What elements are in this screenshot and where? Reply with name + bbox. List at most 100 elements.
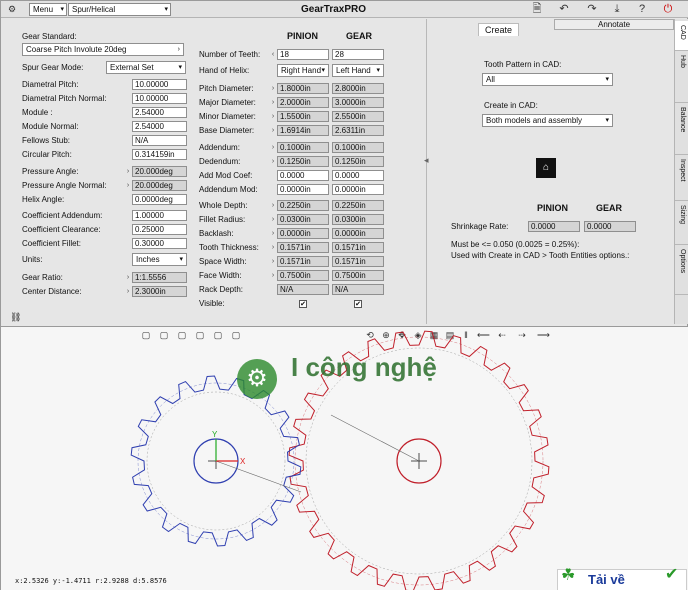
power-icon[interactable]: ⏻: [661, 3, 675, 16]
param-input[interactable]: 2.3000in: [132, 286, 187, 297]
row-label: Base Diameter:: [199, 126, 255, 135]
param-input[interactable]: 20.000deg: [132, 180, 187, 191]
gear-4-input[interactable]: 2.5500in: [332, 111, 384, 122]
top-toolbar: Menu ▾ Spur/Helical ▾ ⚙ GearTraxPRO 🗎 ↶ ↷ …: [1, 1, 688, 18]
pinion-14-input[interactable]: 0.1571in: [277, 256, 329, 267]
param-input[interactable]: 1:1.5556: [132, 272, 187, 283]
gear-8-input[interactable]: 0.0000: [332, 170, 384, 181]
pinion-2-input[interactable]: 1.8000in: [277, 83, 329, 94]
pinion-4-input[interactable]: 1.5500in: [277, 111, 329, 122]
chevron-right-icon[interactable]: ›: [270, 125, 276, 136]
gear-6-input[interactable]: 0.1000in: [332, 142, 384, 153]
param-input[interactable]: 2.54000: [132, 107, 187, 118]
redo-icon[interactable]: ↷: [585, 3, 599, 16]
menu-dropdown[interactable]: Menu ▾: [29, 3, 67, 16]
chevron-right-icon[interactable]: ›: [125, 272, 131, 283]
param-input[interactable]: 10.00000: [132, 93, 187, 104]
create-gear-icon[interactable]: ⌂: [536, 158, 556, 178]
gear-viewport[interactable]: ▢ ▢ ▢ ▢ ▢ ▢ ⟲ ⊕ ✥ ◈ ▦ ▤ ‖ ⟵ ⇠ ⇢ ⟶ XY x:2…: [1, 326, 688, 590]
chevron-right-icon[interactable]: ›: [270, 111, 276, 122]
gear-3-input[interactable]: 3.0000in: [332, 97, 384, 108]
chevron-right-icon[interactable]: ›: [270, 142, 276, 153]
param-input[interactable]: 1.00000: [132, 210, 187, 221]
pinion-0-input[interactable]: 18: [277, 49, 329, 60]
spur-mode-select[interactable]: External Set ▾: [106, 61, 186, 74]
gear-16-input[interactable]: N/A: [332, 284, 384, 295]
pinion-5-input[interactable]: 1.6914in: [277, 125, 329, 136]
pinion-13-input[interactable]: 0.1571in: [277, 242, 329, 253]
pinion-15-input[interactable]: 0.7500in: [277, 270, 329, 281]
chevron-right-icon[interactable]: ›: [270, 156, 276, 167]
param-input[interactable]: 0.30000: [132, 238, 187, 249]
link-icon[interactable]: ⛓: [10, 312, 21, 322]
pinion-6-input[interactable]: 0.1000in: [277, 142, 329, 153]
pinion-hand-select[interactable]: Right Hand ▾: [277, 64, 329, 77]
param-input[interactable]: 0.25000: [132, 224, 187, 235]
param-input[interactable]: N/A: [132, 135, 187, 146]
gear-13-input[interactable]: 0.1571in: [332, 242, 384, 253]
mesh-line: [330, 414, 420, 462]
gear-type-dropdown[interactable]: Spur/Helical ▾: [68, 3, 171, 16]
gear-header: GEAR: [346, 31, 373, 41]
pinion-16-input[interactable]: N/A: [277, 284, 329, 295]
shrink-gear-input[interactable]: 0.0000: [584, 221, 636, 232]
gear-hand-select[interactable]: Left Hand ▾: [332, 64, 384, 77]
chevron-right-icon[interactable]: ›: [270, 200, 276, 211]
chevron-right-icon[interactable]: ›: [270, 270, 276, 281]
gear-10-input[interactable]: 0.2250in: [332, 200, 384, 211]
param-input[interactable]: 10.00000: [132, 79, 187, 90]
chevron-right-icon[interactable]: ›: [270, 214, 276, 225]
shrink-pinion-input[interactable]: 0.0000: [528, 221, 580, 232]
gear-7-input[interactable]: 0.1250in: [332, 156, 384, 167]
gear-standard-select[interactable]: Coarse Pitch Involute 20deg ›: [22, 43, 184, 56]
chevron-right-icon[interactable]: ›: [270, 256, 276, 267]
chevron-right-icon[interactable]: ›: [270, 242, 276, 253]
gear-5-input[interactable]: 2.6311in: [332, 125, 384, 136]
collapse-panel-icon[interactable]: ◂: [424, 155, 429, 165]
chevron-right-icon[interactable]: ›: [125, 180, 131, 191]
pinion-12-input[interactable]: 0.0000in: [277, 228, 329, 239]
pinion-8-input[interactable]: 0.0000: [277, 170, 329, 181]
units-select[interactable]: Inches ▾: [132, 253, 187, 266]
param-input[interactable]: 0.0000deg: [132, 194, 187, 205]
gear-9-input[interactable]: 0.0000in: [332, 184, 384, 195]
chevron-right-icon[interactable]: ›: [270, 228, 276, 239]
gear-11-input[interactable]: 0.0300in: [332, 214, 384, 225]
help-icon[interactable]: ?: [635, 3, 649, 16]
tab-options[interactable]: Options: [675, 245, 688, 295]
pinion-visible-checkbox[interactable]: ✔: [299, 300, 307, 308]
gear-15-input[interactable]: 0.7500in: [332, 270, 384, 281]
y-axis-label: Y: [212, 430, 218, 439]
gear-0-input[interactable]: 28: [332, 49, 384, 60]
gear-2-input[interactable]: 2.8000in: [332, 83, 384, 94]
tab-create[interactable]: Create: [478, 23, 520, 36]
chevron-right-icon[interactable]: ›: [270, 97, 276, 108]
tooth-pattern-select[interactable]: All ▾: [482, 73, 613, 86]
pinion-11-input[interactable]: 0.0300in: [277, 214, 329, 225]
pinion-10-input[interactable]: 0.2250in: [277, 200, 329, 211]
chevron-right-icon[interactable]: ›: [125, 286, 131, 297]
undo-icon[interactable]: ↶: [557, 3, 571, 16]
chevron-right-icon[interactable]: ‹: [270, 49, 276, 60]
tab-cad[interactable]: CAD: [675, 21, 688, 51]
document-icon[interactable]: 🗎: [530, 3, 544, 16]
pinion-9-input[interactable]: 0.0000in: [277, 184, 329, 195]
tab-inspect[interactable]: Inspect: [675, 155, 688, 201]
tab-sizing[interactable]: Sizing: [675, 201, 688, 245]
download-icon[interactable]: ⤓: [610, 3, 624, 16]
pinion-3-input[interactable]: 2.0000in: [277, 97, 329, 108]
tab-balance[interactable]: Balance: [675, 103, 688, 155]
chevron-right-icon[interactable]: ›: [270, 83, 276, 94]
gear-14-input[interactable]: 0.1571in: [332, 256, 384, 267]
param-input[interactable]: 2.54000: [132, 121, 187, 132]
chevron-right-icon[interactable]: ›: [125, 166, 131, 177]
gear-12-input[interactable]: 0.0000in: [332, 228, 384, 239]
tab-hub[interactable]: Hub: [675, 51, 688, 103]
create-in-select[interactable]: Both models and assembly ▾: [482, 114, 613, 127]
param-input[interactable]: 20.000deg: [132, 166, 187, 177]
param-input[interactable]: 0.314159in: [132, 149, 187, 160]
pinion-7-input[interactable]: 0.1250in: [277, 156, 329, 167]
row-label: Tooth Thickness:: [199, 243, 259, 252]
gear-visible-checkbox[interactable]: ✔: [354, 300, 362, 308]
tab-annotate[interactable]: Annotate: [554, 19, 674, 30]
